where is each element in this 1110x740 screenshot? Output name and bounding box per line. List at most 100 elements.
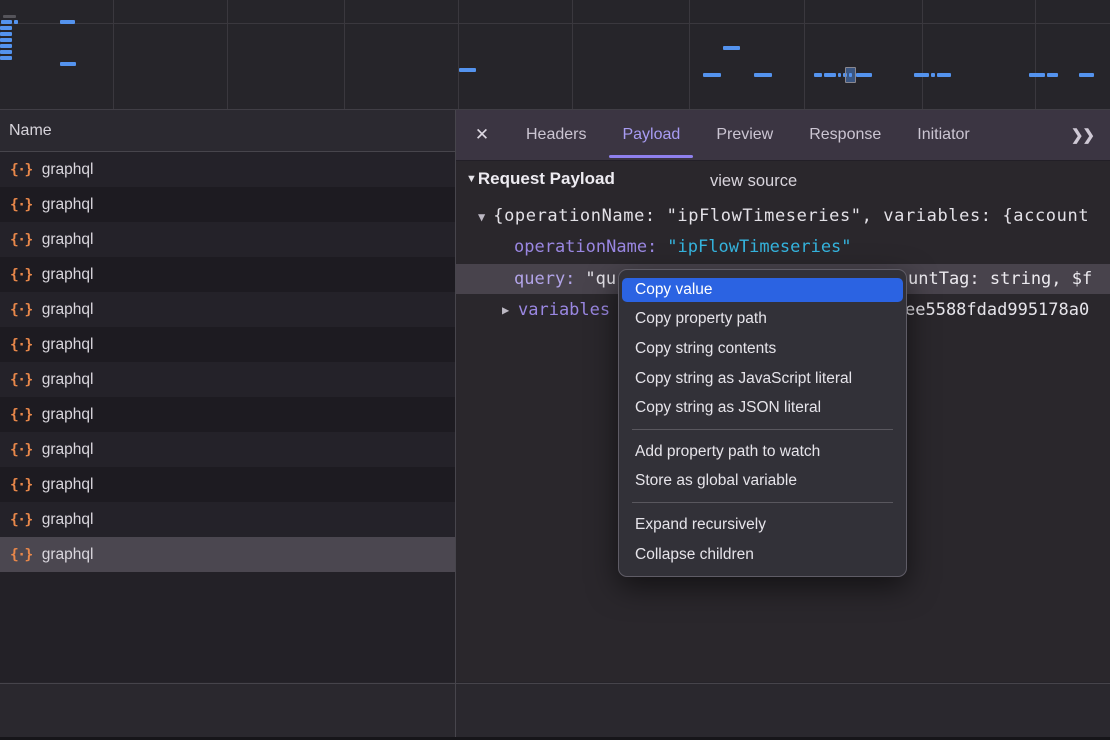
view-source-link[interactable]: view source: [710, 172, 797, 191]
property-name: operationName:: [514, 237, 657, 257]
request-row[interactable]: {·}graphql: [0, 327, 455, 362]
timeline-request-bar: [60, 20, 75, 24]
tab-preview[interactable]: Preview: [701, 110, 788, 160]
menu-item-store-as-global-variable[interactable]: Store as global variable: [619, 467, 906, 497]
timeline-gridline: [689, 0, 690, 109]
json-request-icon: {·}: [10, 197, 32, 213]
timeline-request-bar: [754, 73, 772, 77]
json-request-icon: {·}: [10, 407, 32, 423]
request-row[interactable]: {·}graphql: [0, 397, 455, 432]
timeline-request-bar: [1047, 73, 1058, 77]
column-header-label: Name: [9, 122, 52, 140]
json-request-icon: {·}: [10, 302, 32, 318]
json-request-icon: {·}: [10, 372, 32, 388]
timeline-request-bar: [0, 44, 12, 48]
menu-item-copy-value[interactable]: Copy value: [622, 278, 903, 302]
timeline-request-bar: [838, 73, 841, 77]
request-name-label: graphql: [42, 161, 94, 179]
request-name-label: graphql: [42, 301, 94, 319]
collapse-triangle-icon[interactable]: ▼: [478, 210, 485, 224]
timeline-request-bar: [703, 73, 721, 77]
request-row[interactable]: {·}graphql: [0, 257, 455, 292]
summary-bar: [0, 683, 1110, 738]
menu-separator: [632, 429, 893, 430]
section-title: Request Payload: [478, 169, 615, 189]
tab-response[interactable]: Response: [794, 110, 896, 160]
operation-name-row[interactable]: operationName:"ipFlowTimeseries": [514, 237, 852, 257]
timeline-gridline: [922, 0, 923, 109]
request-name-label: graphql: [42, 266, 94, 284]
column-header-name[interactable]: Name: [0, 110, 455, 152]
timeline-request-bar: [459, 68, 476, 72]
panel-split-divider[interactable]: [455, 110, 456, 737]
request-name-label: graphql: [42, 511, 94, 529]
tab-headers[interactable]: Headers: [511, 110, 601, 160]
timeline-request-bar: [60, 62, 76, 66]
menu-item-collapse-children[interactable]: Collapse children: [619, 540, 906, 570]
timeline-gridline: [344, 0, 345, 109]
request-name-label: graphql: [42, 371, 94, 389]
menu-item-copy-string-contents[interactable]: Copy string contents: [619, 334, 906, 364]
request-row[interactable]: {·} graphql: [0, 292, 455, 327]
payload-preview-text: {operationName: "ipFlowTimeseries", vari…: [493, 206, 1089, 226]
request-row[interactable]: {·} graphql: [0, 187, 455, 222]
property-value-right: untTag: string, $f: [908, 269, 1092, 289]
request-row[interactable]: {·} graphql: [0, 152, 455, 187]
request-name-label: graphql: [42, 441, 94, 459]
menu-item-expand-recursively[interactable]: Expand recursively: [619, 510, 906, 540]
timeline-request-bar: [937, 73, 951, 77]
property-name: variables: [518, 300, 610, 320]
timeline-gridline: [227, 0, 228, 109]
property-value-left: "qu: [585, 269, 616, 289]
timeline-gridline: [804, 0, 805, 109]
timeline-request-bar: [824, 73, 836, 77]
timeline-request-bar: [856, 73, 872, 77]
timeline-request-bar: [0, 38, 12, 42]
timeline-request-bar: [914, 73, 929, 77]
json-request-icon: {·}: [10, 337, 32, 353]
timeline-request-bar: [1029, 73, 1045, 77]
timeline-request-bar: [0, 56, 12, 60]
menu-item-copy-string-as-json-literal[interactable]: Copy string as JSON literal: [619, 393, 906, 423]
more-tabs-icon[interactable]: ❯❯: [1071, 126, 1094, 144]
expand-triangle-icon[interactable]: ▶: [502, 303, 509, 317]
menu-separator: [632, 502, 893, 503]
request-payload-section-header[interactable]: ▼Request Payload: [466, 169, 615, 189]
network-overview-timeline[interactable]: [0, 0, 1110, 110]
tab-payload[interactable]: Payload: [607, 110, 695, 160]
network-main-split: Name {·}graphql{·}graphql{·}graphql{·}gr…: [0, 110, 1110, 682]
menu-item-copy-string-as-javascript-literal[interactable]: Copy string as JavaScript literal: [619, 364, 906, 394]
json-request-icon: {·}: [10, 232, 32, 248]
timeline-request-bar: [14, 20, 18, 24]
request-row[interactable]: {·} graphql: [0, 362, 455, 397]
request-name-label: graphql: [42, 231, 94, 249]
timeline-gridline: [113, 0, 114, 109]
request-row[interactable]: {·} graphql: [0, 432, 455, 467]
property-value-right: ee5588fdad995178a0: [905, 300, 1089, 320]
timeline-gridline: [1035, 0, 1036, 109]
request-row[interactable]: {·} graphql: [0, 222, 455, 257]
menu-item-add-property-path-to-watch[interactable]: Add property path to watch: [619, 437, 906, 467]
payload-root-row[interactable]: ▼ {operationName: "ipFlowTimeseries", var…: [478, 206, 1089, 226]
context-menu: Copy valueCopy property pathCopy string …: [618, 269, 907, 577]
request-row[interactable]: {·}graphql: [0, 467, 455, 502]
request-row[interactable]: {·}graphql: [0, 502, 455, 537]
detail-tabbar: ✕ HeadersPayloadPreviewResponseInitiator…: [456, 110, 1110, 161]
timeline-selected-marker: [845, 67, 856, 83]
request-row[interactable]: {·}graphql: [0, 537, 455, 572]
json-request-icon: {·}: [10, 162, 32, 178]
timeline-request-bar: [1, 20, 12, 24]
menu-item-copy-property-path[interactable]: Copy property path: [619, 305, 906, 335]
request-name-label: graphql: [42, 196, 94, 214]
timeline-gridline: [458, 0, 459, 109]
collapse-triangle-icon[interactable]: ▼: [466, 173, 477, 185]
tab-initiator[interactable]: Initiator: [902, 110, 984, 160]
json-request-icon: {·}: [10, 442, 32, 458]
close-icon[interactable]: ✕: [456, 125, 508, 145]
timeline-request-bar: [0, 32, 12, 36]
timeline-request-bar: [0, 50, 12, 54]
timeline-request-bar: [1079, 73, 1094, 77]
devtools-network-panel: Name {·}graphql{·}graphql{·}graphql{·}gr…: [0, 0, 1110, 740]
json-request-icon: {·}: [10, 547, 32, 563]
request-list: {·} graphql {·} graphql {·} graphql {·} graphql…: [0, 152, 455, 572]
